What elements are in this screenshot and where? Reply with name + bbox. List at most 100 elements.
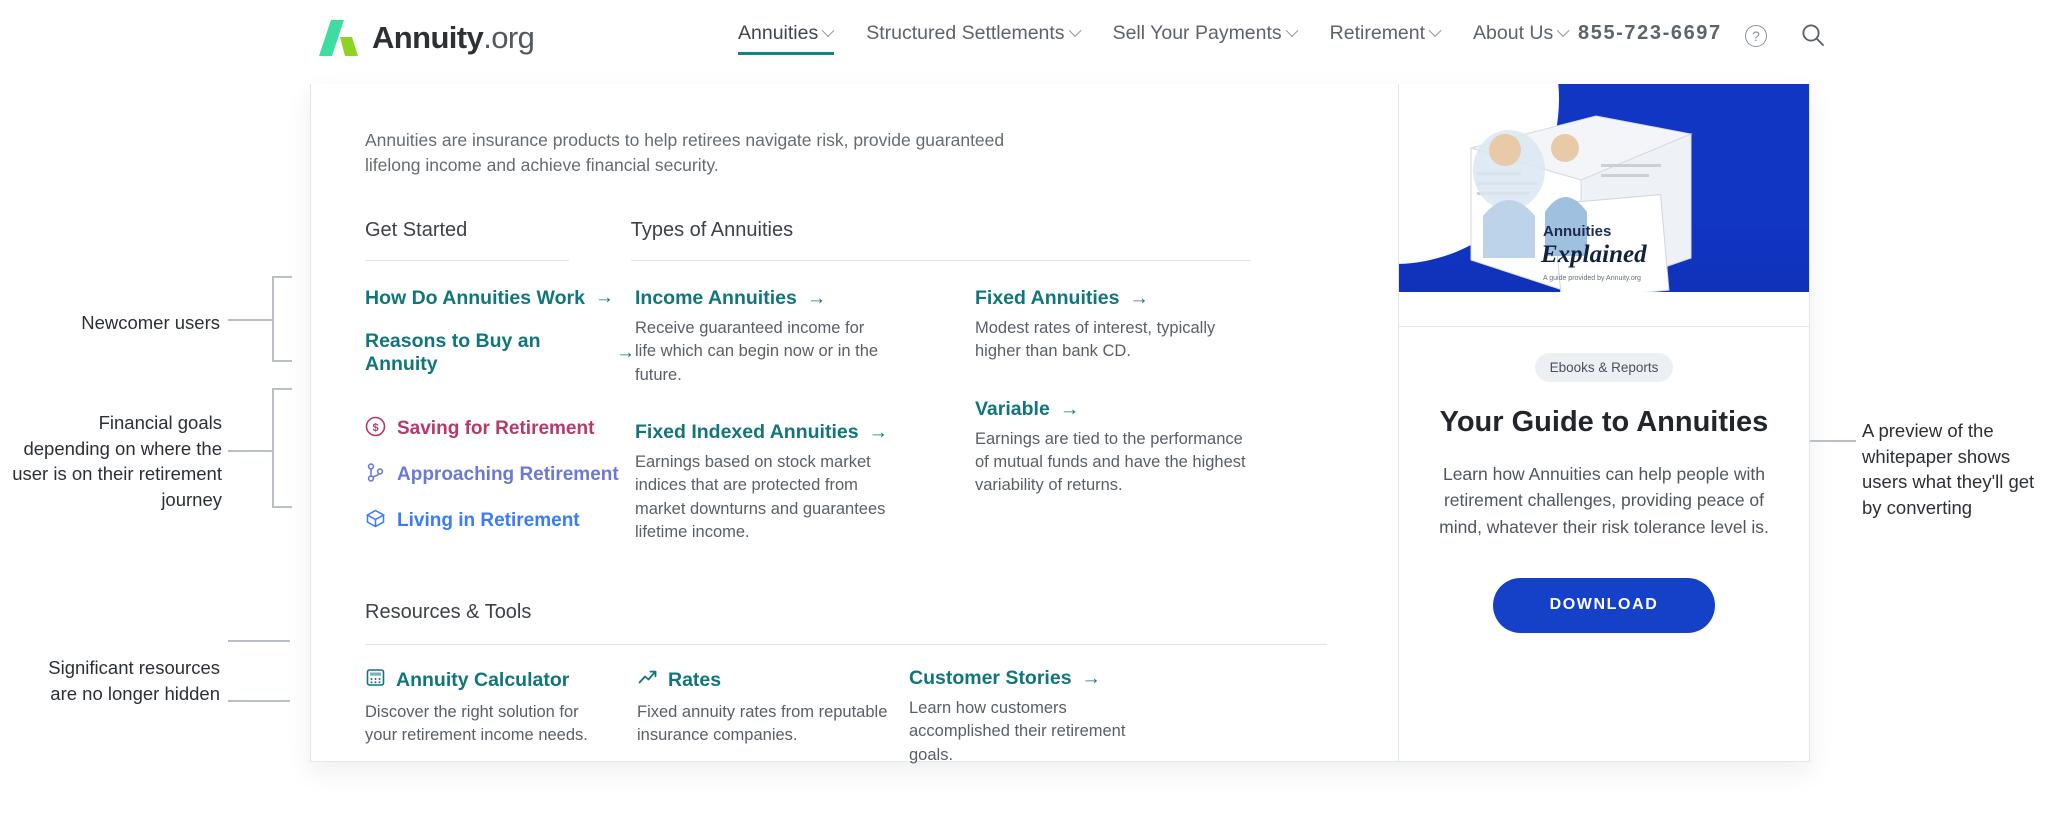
calculator-icon — [365, 667, 386, 694]
phone-number[interactable]: 855-723-6697 — [1578, 22, 1722, 45]
logo-name: Annuity — [372, 20, 484, 55]
resource-description: Discover the right solution for your ret… — [365, 702, 588, 745]
annotation-leader-line — [1810, 440, 1856, 442]
nav-item-label: About Us — [1473, 22, 1554, 44]
arrow-right-icon: → — [594, 287, 614, 309]
annotation-financial-goals: Financial goals depending on where the u… — [12, 412, 222, 510]
annuities-mega-menu: Annuities are insurance products to help… — [310, 84, 1810, 764]
chevron-down-icon — [1068, 24, 1082, 38]
link-income-annuities[interactable]: Income Annuities → — [635, 287, 975, 310]
menu-intro-text: Annuities are insurance products to help… — [365, 130, 1005, 176]
nav-item-about-us[interactable]: About Us — [1457, 22, 1585, 59]
resource-title-label: Rates — [668, 668, 722, 691]
arrow-right-icon: → — [1081, 666, 1102, 689]
nav-item-sell-your-payments[interactable]: Sell Your Payments — [1097, 22, 1314, 59]
promo-panel: Annuities Explained A guide provided by … — [1398, 84, 1809, 761]
link-how-do-annuities-work[interactable]: How Do Annuities Work → — [365, 287, 635, 310]
card-title-label: Income Annuities — [635, 286, 797, 309]
card-title-label: Variable — [975, 397, 1050, 420]
heading-resources-tools: Resources & Tools — [365, 600, 532, 623]
heading-get-started: Get Started — [365, 218, 468, 241]
decorative-shape — [1399, 292, 1809, 326]
annotation-bracket — [272, 276, 292, 362]
link-saving-for-retirement[interactable]: $ Saving for Retirement — [365, 416, 635, 443]
link-approaching-retirement[interactable]: Approaching Retirement — [365, 462, 635, 489]
nav-item-label: Annuities — [738, 22, 819, 44]
card-title-label: Fixed Indexed Annuities — [635, 421, 859, 444]
question-circle-icon[interactable]: ? — [1745, 25, 1767, 47]
column-types-2: Fixed Annuities → Modest rates of intere… — [975, 287, 1275, 579]
column-types-1: Income Annuities → Receive guaranteed in… — [635, 287, 975, 579]
card-fixed-indexed-annuities: Fixed Indexed Annuities → Earnings based… — [635, 421, 975, 545]
card-title-label: Fixed Annuities — [975, 286, 1120, 309]
resource-annuity-calculator: Annuity Calculator Discover the right so… — [365, 667, 637, 767]
card-fixed-annuities: Fixed Annuities → Modest rates of intere… — [975, 287, 1275, 364]
divider — [365, 643, 1327, 645]
ebook-cover-image: Annuities Explained A guide provided by … — [1399, 84, 1809, 326]
link-rates[interactable]: Rates — [637, 667, 909, 694]
cube-icon — [365, 508, 386, 535]
link-fixed-annuities[interactable]: Fixed Annuities → — [975, 287, 1275, 310]
nav-item-label: Retirement — [1329, 22, 1426, 44]
dollar-circle-icon: $ — [365, 416, 386, 443]
page-root: Annuity.org Annuities Structured Settlem… — [0, 0, 2048, 819]
get-started-heading-wrap: Get Started — [365, 219, 631, 261]
promo-description: Learn how Annuities can help people with… — [1439, 464, 1769, 537]
resources-heading-wrap: Resources & Tools — [365, 601, 1364, 645]
link-variable[interactable]: Variable → — [975, 398, 1275, 421]
link-label: Saving for Retirement — [397, 418, 595, 440]
link-label: How Do Annuities Work — [365, 286, 585, 309]
link-customer-stories[interactable]: Customer Stories → — [909, 667, 1181, 690]
chevron-down-icon — [1285, 24, 1299, 38]
svg-text:Explained: Explained — [1540, 241, 1647, 268]
top-navigation-bar: Annuity.org Annuities Structured Settlem… — [0, 0, 2048, 78]
nav-item-structured-settlements[interactable]: Structured Settlements — [850, 22, 1096, 59]
arrow-right-icon: → — [1129, 286, 1149, 309]
annotation-leader-line — [228, 640, 290, 642]
chevron-down-icon — [821, 24, 835, 38]
link-label: Reasons to Buy an Annuity — [365, 329, 541, 375]
download-button[interactable]: DOWNLOAD — [1493, 577, 1715, 633]
arrow-right-icon: → — [806, 286, 827, 309]
chevron-down-icon — [1428, 24, 1442, 38]
svg-text:A guide provided by Annuity.or: A guide provided by Annuity.org — [1543, 275, 1641, 282]
link-fixed-indexed-annuities[interactable]: Fixed Indexed Annuities → — [635, 421, 975, 444]
nav-item-retirement[interactable]: Retirement — [1314, 22, 1457, 59]
mega-menu-left: Annuities are insurance products to help… — [311, 84, 1398, 764]
link-reasons-to-buy-an-annuity[interactable]: Reasons to Buy an Annuity → — [365, 330, 635, 376]
site-logo[interactable]: Annuity.org — [318, 18, 535, 58]
resource-customer-stories: Customer Stories → Learn how customers a… — [909, 667, 1181, 767]
search-icon[interactable] — [1800, 22, 1826, 48]
card-description: Earnings based on stock market indices t… — [635, 453, 886, 542]
promo-title: Your Guide to Annuities — [1439, 406, 1769, 438]
card-description: Modest rates of interest, typically high… — [975, 318, 1216, 361]
svg-text:$: $ — [372, 422, 378, 434]
link-annuity-calculator[interactable]: Annuity Calculator — [365, 667, 637, 694]
types-heading-wrap: Types of Annuities — [630, 218, 1364, 261]
arrow-right-icon: → — [1059, 397, 1080, 420]
nav-item-annuities[interactable]: Annuities — [722, 22, 850, 59]
resource-description: Learn how customers accomplished their r… — [909, 698, 1126, 764]
arrow-right-icon: → — [868, 421, 889, 444]
status-badge: Ebooks & Reports — [1534, 353, 1674, 382]
column-get-started: How Do Annuities Work → Reasons to Buy a… — [365, 287, 635, 579]
resources-row: Annuity Calculator Discover the right so… — [365, 667, 1364, 767]
branch-icon — [365, 462, 386, 489]
card-description: Earnings are tied to the performance of … — [975, 429, 1246, 495]
link-living-in-retirement[interactable]: Living in Retirement — [365, 508, 635, 535]
annotation-leader-line — [228, 700, 290, 702]
heading-types-of-annuities: Types of Annuities — [630, 218, 794, 241]
link-label: Living in Retirement — [397, 510, 580, 532]
annotation-leader-line — [228, 319, 274, 321]
card-variable: Variable → Earnings are tied to the perf… — [975, 398, 1275, 498]
resource-description: Fixed annuity rates from reputable insur… — [637, 702, 888, 745]
primary-nav: Annuities Structured Settlements Sell Yo… — [722, 22, 1585, 59]
svg-text:Annuities: Annuities — [1543, 223, 1611, 240]
annotation-significant-resources: Significant resources are no longer hidd… — [48, 657, 220, 704]
divider — [630, 259, 1251, 261]
divider — [365, 259, 569, 261]
card-income-annuities: Income Annuities → Receive guaranteed in… — [635, 287, 975, 387]
resource-title-label: Annuity Calculator — [396, 668, 570, 691]
logo-mark-icon — [318, 18, 360, 58]
chevron-down-icon — [1556, 24, 1570, 38]
